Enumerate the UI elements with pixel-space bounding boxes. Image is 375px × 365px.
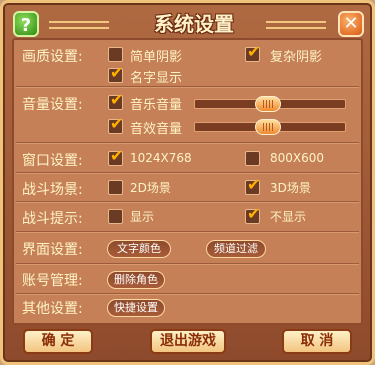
divider — [16, 86, 359, 88]
effects-volume-slider[interactable] — [194, 119, 346, 135]
music-volume-label: 音乐音量 — [130, 98, 183, 113]
music-volume-checkbox[interactable]: ✔ — [108, 91, 123, 110]
effects-volume-checkbox[interactable]: ✔ — [108, 115, 123, 134]
title-ornament-right — [266, 21, 326, 29]
scene-2d-checkbox[interactable] — [108, 180, 123, 195]
close-button[interactable]: ✕ — [338, 11, 364, 37]
divider — [16, 142, 359, 144]
confirm-button[interactable]: 确 定 — [23, 329, 93, 354]
battle-scene-label: 战斗场景: — [22, 182, 83, 198]
scene-3d-checkbox[interactable]: ✔ — [245, 176, 260, 195]
help-button[interactable]: ? — [13, 11, 39, 37]
divider — [16, 231, 359, 233]
exit-game-button[interactable]: 退出游戏 — [150, 329, 226, 354]
scene-2d-label: 2D场景 — [130, 181, 171, 195]
checkmark-icon: ✔ — [110, 114, 124, 133]
dialog-title: 系统设置 — [154, 12, 234, 36]
battle-hint-label: 战斗提示: — [22, 211, 83, 227]
account-label: 账号管理: — [22, 273, 83, 289]
resolution-1024-label: 1024X768 — [130, 151, 192, 165]
name-display-label: 名字显示 — [130, 71, 183, 86]
effects-volume-label: 音效音量 — [130, 122, 183, 137]
show-hint-checkbox[interactable] — [108, 209, 123, 224]
simple-shadow-checkbox[interactable] — [108, 47, 123, 62]
complex-shadow-checkbox[interactable]: ✔ — [245, 43, 260, 62]
show-hint-label: 显示 — [130, 210, 155, 224]
text-color-button[interactable]: 文字颜色 — [107, 240, 171, 258]
divider — [16, 293, 359, 295]
divider — [16, 263, 359, 265]
divider — [16, 201, 359, 203]
checkmark-icon: ✔ — [110, 146, 124, 165]
volume-label: 音量设置: — [22, 97, 83, 113]
title-ornament-left — [49, 21, 109, 29]
simple-shadow-label: 简单阴影 — [130, 50, 183, 65]
hide-hint-label: 不显示 — [270, 210, 307, 224]
slider-handle[interactable] — [255, 119, 281, 135]
cancel-button[interactable]: 取 消 — [282, 329, 352, 354]
other-label: 其他设置: — [22, 301, 83, 317]
channel-filter-button[interactable]: 频道过滤 — [206, 240, 266, 258]
resolution-1024-checkbox[interactable]: ✔ — [108, 147, 123, 166]
checkmark-icon: ✔ — [110, 90, 124, 109]
checkmark-icon: ✔ — [247, 42, 261, 61]
interface-label: 界面设置: — [22, 242, 83, 258]
resolution-800-label: 800X600 — [270, 151, 325, 165]
slider-handle[interactable] — [255, 96, 281, 112]
checkmark-icon: ✔ — [247, 204, 261, 223]
resolution-800-checkbox[interactable] — [245, 151, 260, 166]
delete-character-button[interactable]: 删除角色 — [107, 271, 165, 289]
shortcut-settings-button[interactable]: 快捷设置 — [107, 299, 165, 317]
title-bar: ? 系统设置 ✕ — [9, 9, 366, 39]
complex-shadow-label: 复杂阴影 — [270, 50, 323, 65]
name-display-checkbox[interactable]: ✔ — [108, 64, 123, 83]
music-volume-slider[interactable] — [194, 96, 346, 112]
divider — [16, 172, 359, 174]
checkmark-icon: ✔ — [247, 175, 261, 194]
scene-3d-label: 3D场景 — [270, 181, 311, 195]
checkmark-icon: ✔ — [110, 63, 124, 82]
quality-label: 画质设置: — [22, 49, 83, 65]
hide-hint-checkbox[interactable]: ✔ — [245, 205, 260, 224]
window-label: 窗口设置: — [22, 153, 83, 169]
